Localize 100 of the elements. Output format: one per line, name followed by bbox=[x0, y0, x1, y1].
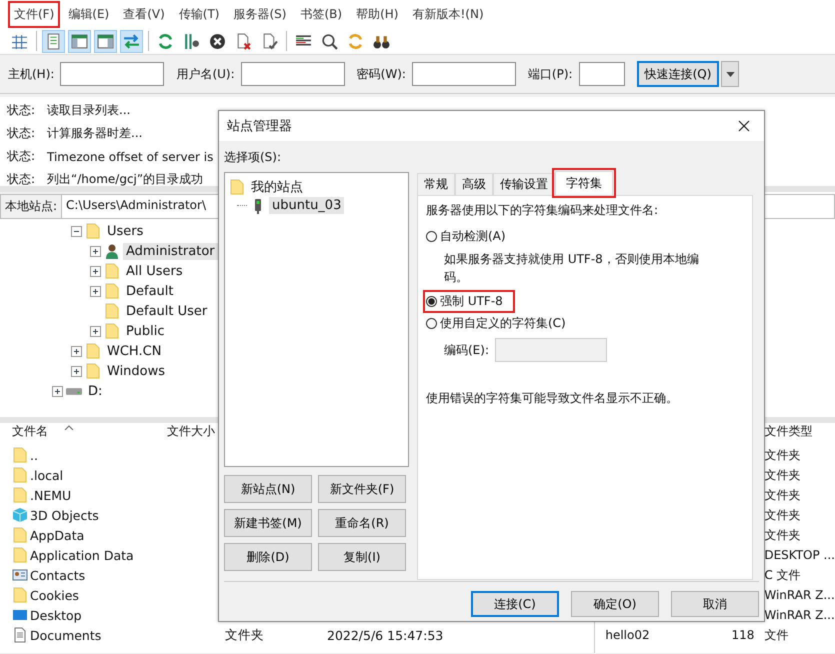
site-action-button[interactable]: 新建书签(M) bbox=[224, 509, 312, 537]
file-name[interactable]: hello02 bbox=[605, 628, 650, 642]
expand-icon[interactable] bbox=[71, 346, 82, 356]
folder-icon bbox=[12, 487, 28, 503]
tree-item[interactable]: Default bbox=[123, 282, 176, 300]
input-field[interactable] bbox=[240, 62, 345, 86]
sort-caret-icon bbox=[64, 425, 74, 430]
file-name[interactable]: .NEMU bbox=[30, 488, 72, 502]
menu-item[interactable]: 编辑(E) bbox=[62, 0, 116, 28]
expand-icon[interactable] bbox=[71, 366, 82, 376]
expand-icon[interactable] bbox=[90, 266, 101, 276]
site-action-button[interactable]: 删除(D) bbox=[224, 543, 312, 571]
menu-item[interactable]: 传输(T) bbox=[172, 0, 226, 28]
tree-item[interactable]: Public bbox=[123, 322, 168, 340]
tab[interactable]: 传输设置 bbox=[493, 173, 555, 195]
local-tree-button[interactable] bbox=[68, 30, 91, 52]
tree-item[interactable]: D: bbox=[85, 382, 106, 400]
input-field[interactable] bbox=[412, 62, 516, 86]
contact-card-icon bbox=[12, 567, 28, 583]
file-name[interactable]: AppData bbox=[30, 528, 84, 542]
column-header[interactable]: 文件名 bbox=[0, 423, 157, 440]
message-log-button[interactable] bbox=[42, 30, 65, 52]
menu-item[interactable]: 查看(V) bbox=[117, 0, 171, 28]
tree-item[interactable]: 我的站点 bbox=[248, 176, 306, 196]
input-field[interactable] bbox=[578, 62, 625, 86]
tree-item[interactable]: Administrator bbox=[123, 242, 218, 260]
site-action-button[interactable]: 复制(I) bbox=[318, 543, 406, 571]
folder-icon bbox=[12, 587, 28, 603]
dialog-button[interactable]: 连接(C) bbox=[471, 591, 559, 617]
expand-icon[interactable] bbox=[90, 286, 101, 296]
dialog-button[interactable]: 取消 bbox=[671, 591, 759, 617]
file-date: 2022/5/6 15:47:53 bbox=[326, 628, 444, 642]
menu-item[interactable]: 书签(B) bbox=[294, 0, 348, 28]
site-action-button[interactable]: 重命名(R) bbox=[318, 509, 406, 537]
column-header[interactable]: 文件大小 bbox=[157, 423, 215, 440]
log-prefix: 状态: bbox=[7, 148, 36, 165]
file-name[interactable]: 3D Objects bbox=[30, 508, 99, 522]
input-field[interactable] bbox=[60, 62, 164, 86]
expand-icon[interactable] bbox=[52, 386, 63, 396]
file-name[interactable]: .. bbox=[30, 448, 38, 462]
menu-item[interactable]: 有新版本!(N) bbox=[406, 0, 490, 28]
expand-icon[interactable] bbox=[90, 246, 101, 256]
folder-icon bbox=[85, 223, 101, 239]
tree-item[interactable]: Windows bbox=[104, 362, 168, 380]
option-label[interactable]: 自动检测(A) bbox=[440, 228, 506, 244]
tab[interactable]: 常规 bbox=[417, 173, 455, 195]
folder-icon bbox=[12, 447, 28, 463]
file-name[interactable]: Cookies bbox=[30, 588, 79, 602]
file-name[interactable]: Contacts bbox=[30, 568, 86, 582]
site-action-button[interactable]: 新站点(N) bbox=[224, 475, 312, 503]
window-icon bbox=[71, 32, 88, 50]
cancel-icon bbox=[209, 32, 226, 50]
collapse-icon[interactable] bbox=[71, 226, 82, 236]
swap-arrows-icon bbox=[123, 32, 140, 50]
option-label[interactable]: 使用自定义的字符集(C) bbox=[440, 314, 566, 332]
file-name[interactable]: .local bbox=[30, 468, 64, 482]
expand-icon[interactable] bbox=[90, 326, 101, 336]
tab[interactable]: 高级 bbox=[455, 173, 493, 195]
column-header[interactable]: 文件类型 bbox=[764, 423, 812, 440]
radio-button[interactable] bbox=[426, 230, 437, 242]
file-name[interactable]: Application Data bbox=[30, 548, 134, 562]
field-label: 用户名(U): bbox=[176, 66, 235, 82]
menu-item[interactable]: 服务器(S) bbox=[228, 0, 292, 28]
document-check-icon bbox=[261, 32, 278, 50]
document-icon bbox=[45, 32, 62, 50]
file-name[interactable]: Documents bbox=[30, 628, 102, 642]
file-type: 文件 bbox=[764, 626, 788, 644]
cube-icon bbox=[12, 507, 28, 523]
menu-item[interactable]: 帮助(H) bbox=[350, 0, 404, 28]
radio-button[interactable] bbox=[426, 318, 437, 328]
tree-item[interactable]: WCH.CN bbox=[104, 342, 164, 360]
folder-icon bbox=[104, 323, 120, 339]
file-type: 文件夹 bbox=[764, 466, 800, 484]
field-label: 密码(W): bbox=[356, 66, 406, 82]
tree-item[interactable]: All Users bbox=[123, 262, 186, 280]
option-label[interactable]: 强制 UTF-8 bbox=[440, 292, 503, 310]
transfer-queue-button[interactable] bbox=[120, 30, 143, 52]
file-type: 文件夹 bbox=[764, 486, 800, 504]
file-type: 文件夹 bbox=[764, 526, 800, 544]
magnifier-icon bbox=[321, 32, 338, 50]
quickconnect-button[interactable]: 快速连接(Q) bbox=[636, 61, 720, 87]
log-message: 列出“/home/gcj”的目录成功 bbox=[47, 171, 204, 188]
user-icon bbox=[104, 243, 120, 259]
remote-tree-button[interactable] bbox=[94, 30, 117, 52]
drive-icon bbox=[66, 388, 82, 394]
menu-item[interactable]: 文件(F) bbox=[8, 0, 60, 28]
log-prefix: 状态: bbox=[7, 102, 36, 119]
tree-item[interactable]: Default User bbox=[123, 302, 210, 320]
radio-button[interactable] bbox=[426, 296, 437, 306]
log-message: Timezone offset of server is bbox=[47, 150, 214, 164]
site-action-button[interactable]: 新文件夹(F) bbox=[318, 475, 406, 503]
tab[interactable]: 字符集 bbox=[555, 171, 613, 195]
document-x-icon bbox=[235, 32, 252, 50]
file-name[interactable]: Desktop bbox=[30, 608, 82, 622]
tree-item[interactable]: Users bbox=[104, 222, 146, 240]
dialog-button[interactable]: 确定(O) bbox=[571, 591, 659, 617]
file-type: DESKTOP ... bbox=[764, 548, 835, 562]
dialog-title: 站点管理器 bbox=[227, 118, 292, 135]
folder-icon bbox=[85, 363, 101, 379]
dropdown-button[interactable] bbox=[721, 61, 740, 87]
